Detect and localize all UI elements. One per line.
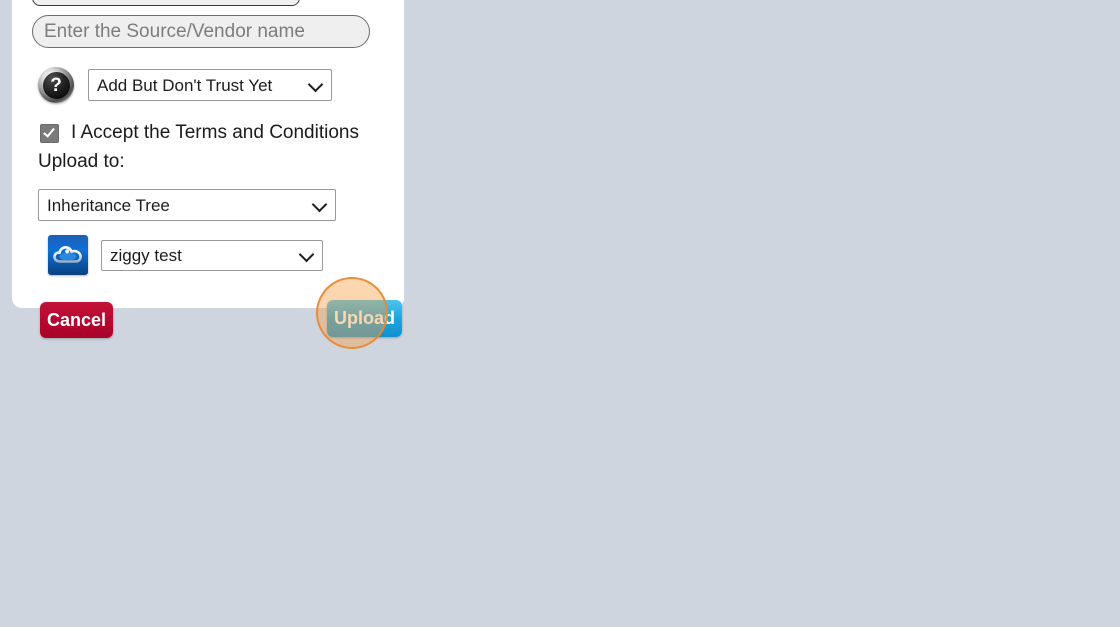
account-select[interactable]: ziggy test: [101, 239, 323, 271]
help-icon-glyph: ?: [42, 71, 70, 99]
cancel-button[interactable]: Cancel: [40, 302, 113, 338]
upload-to-label: Upload to:: [38, 151, 125, 172]
account-select-wrapper: ziggy test: [101, 239, 323, 271]
title-input[interactable]: [32, 0, 300, 6]
upload-button[interactable]: Upload: [327, 300, 402, 337]
cloud-tree-icon: [48, 235, 88, 275]
accept-terms-checkbox[interactable]: [40, 123, 59, 143]
help-question-icon[interactable]: ?: [38, 67, 74, 103]
source-vendor-input[interactable]: [32, 15, 370, 48]
trust-select-wrapper: Add But Don't Trust Yet: [88, 69, 332, 101]
account-row: ziggy test: [48, 235, 323, 275]
tree-select-wrapper: Inheritance Tree: [38, 189, 336, 221]
upload-dialog-panel: ? Add But Don't Trust Yet I Accept the T…: [12, 0, 404, 338]
terms-row[interactable]: I Accept the Terms and Conditions: [40, 122, 359, 144]
trust-level-row: ? Add But Don't Trust Yet: [38, 67, 332, 103]
accept-terms-label: I Accept the Terms and Conditions: [71, 122, 359, 143]
trust-level-select[interactable]: Add But Don't Trust Yet: [88, 69, 332, 101]
destination-tree-select[interactable]: Inheritance Tree: [38, 189, 336, 221]
dialog-body: ? Add But Don't Trust Yet I Accept the T…: [12, 0, 404, 338]
